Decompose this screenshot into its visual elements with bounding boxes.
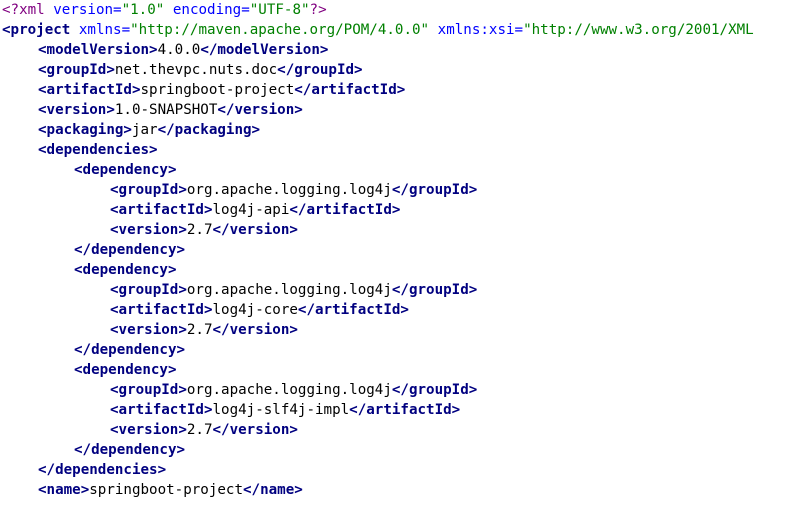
code-line[interactable]: </dependency> — [0, 440, 788, 460]
code-line[interactable]: <packaging>jar</packaging> — [0, 120, 788, 140]
code-line[interactable]: <?xml version="1.0" encoding="UTF-8"?> — [0, 0, 788, 20]
xml-tag: </version> — [217, 102, 303, 118]
code-line[interactable]: <dependencies> — [0, 140, 788, 160]
attribute-value: "http://maven.apache.org/POM/4.0.0" — [130, 22, 430, 38]
attribute-name: encoding= — [172, 2, 250, 18]
text-content: 2.7 — [186, 222, 213, 238]
xml-tag: </name> — [243, 482, 303, 498]
code-line[interactable]: <version>2.7</version> — [0, 420, 788, 440]
processing-instruction: <?xml — [2, 2, 54, 18]
xml-tag: </version> — [212, 222, 298, 238]
text-content — [70, 22, 79, 38]
code-line[interactable]: <name>springboot-project</name> — [0, 480, 788, 500]
attribute-value: "http://www.w3.org/2001/XML — [523, 22, 754, 38]
code-line[interactable]: <version>2.7</version> — [0, 220, 788, 240]
xml-tag: </modelVersion> — [200, 42, 329, 58]
text-content: 2.7 — [186, 322, 213, 338]
code-line[interactable]: <artifactId>springboot-project</artifact… — [0, 80, 788, 100]
xml-tag: </version> — [212, 322, 298, 338]
text-content: 4.0.0 — [157, 42, 201, 58]
code-line[interactable]: <groupId>org.apache.logging.log4j</group… — [0, 180, 788, 200]
xml-tag: </artifactId> — [297, 302, 409, 318]
xml-tag: </dependencies> — [38, 462, 167, 478]
text-content: log4j-core — [212, 302, 298, 318]
text-content: springboot-project — [140, 82, 295, 98]
xml-tag: </dependency> — [74, 442, 186, 458]
xml-tag: </artifactId> — [289, 202, 401, 218]
xml-tag: <version> — [110, 222, 187, 238]
attribute-value: "1.0" — [121, 2, 165, 18]
code-line[interactable]: </dependencies> — [0, 460, 788, 480]
xml-tag: <modelVersion> — [38, 42, 158, 58]
code-line[interactable]: <artifactId>log4j-api</artifactId> — [0, 200, 788, 220]
xml-tag: <project — [2, 22, 71, 38]
xml-tag: <dependency> — [74, 362, 177, 378]
xml-tag: </artifactId> — [349, 402, 461, 418]
code-line[interactable]: </dependency> — [0, 240, 788, 260]
xml-tag: <groupId> — [110, 182, 187, 198]
xml-tag: </groupId> — [391, 182, 478, 198]
xml-tag: <groupId> — [110, 382, 187, 398]
xml-tag: </dependency> — [74, 342, 186, 358]
code-editor[interactable]: <?xml version="1.0" encoding="UTF-8"?> <p… — [0, 0, 788, 518]
xml-tag: <artifactId> — [110, 202, 213, 218]
text-content — [164, 2, 173, 18]
attribute-name: xmlns:xsi= — [437, 22, 524, 38]
code-line[interactable]: <modelVersion>4.0.0</modelVersion> — [0, 40, 788, 60]
xml-tag: </groupId> — [391, 382, 478, 398]
code-line[interactable]: <dependency> — [0, 160, 788, 180]
code-line[interactable]: <groupId>net.thevpc.nuts.doc</groupId> — [0, 60, 788, 80]
code-line[interactable]: <groupId>org.apache.logging.log4j</group… — [0, 280, 788, 300]
xml-tag: <artifactId> — [110, 402, 213, 418]
attribute-name: xmlns= — [78, 22, 131, 38]
text-content: 2.7 — [186, 422, 213, 438]
text-content — [429, 22, 438, 38]
xml-tag: </dependency> — [74, 242, 186, 258]
text-content: jar — [131, 122, 158, 138]
xml-tag: </version> — [212, 422, 298, 438]
text-content: org.apache.logging.log4j — [186, 382, 392, 398]
code-line[interactable]: <artifactId>log4j-core</artifactId> — [0, 300, 788, 320]
code-line[interactable]: <version>1.0-SNAPSHOT</version> — [0, 100, 788, 120]
xml-tag: <dependency> — [74, 162, 177, 178]
xml-tag: <dependency> — [74, 262, 177, 278]
xml-tag: </artifactId> — [294, 82, 406, 98]
xml-tag: <artifactId> — [38, 82, 141, 98]
xml-tag: </groupId> — [391, 282, 478, 298]
code-line[interactable]: </dependency> — [0, 340, 788, 360]
xml-tag: <version> — [38, 102, 115, 118]
xml-tag: <name> — [38, 482, 90, 498]
xml-tag: <version> — [110, 422, 187, 438]
xml-tag: <groupId> — [110, 282, 187, 298]
text-content: org.apache.logging.log4j — [186, 182, 392, 198]
xml-tag: <dependencies> — [38, 142, 158, 158]
xml-tag: <groupId> — [38, 62, 115, 78]
xml-tag: </packaging> — [157, 122, 261, 138]
xml-tag: </groupId> — [277, 62, 363, 78]
processing-instruction: ?> — [309, 2, 327, 18]
text-content: log4j-api — [212, 202, 290, 218]
attribute-name: version= — [53, 2, 122, 18]
text-content: net.thevpc.nuts.doc — [114, 62, 278, 78]
xml-tag: <packaging> — [38, 122, 132, 138]
text-content: springboot-project — [89, 482, 243, 498]
code-line[interactable]: <groupId>org.apache.logging.log4j</group… — [0, 380, 788, 400]
text-content: log4j-slf4j-impl — [212, 402, 350, 418]
text-content: org.apache.logging.log4j — [186, 282, 392, 298]
code-line[interactable]: <project xmlns="http://maven.apache.org/… — [0, 20, 788, 40]
code-line[interactable]: <dependency> — [0, 260, 788, 280]
xml-tag: <artifactId> — [110, 302, 213, 318]
attribute-value: "UTF-8" — [249, 2, 310, 18]
code-line[interactable]: <artifactId>log4j-slf4j-impl</artifactId… — [0, 400, 788, 420]
code-line[interactable]: <version>2.7</version> — [0, 320, 788, 340]
xml-tag: <version> — [110, 322, 187, 338]
code-line[interactable]: <dependency> — [0, 360, 788, 380]
text-content: 1.0-SNAPSHOT — [114, 102, 218, 118]
